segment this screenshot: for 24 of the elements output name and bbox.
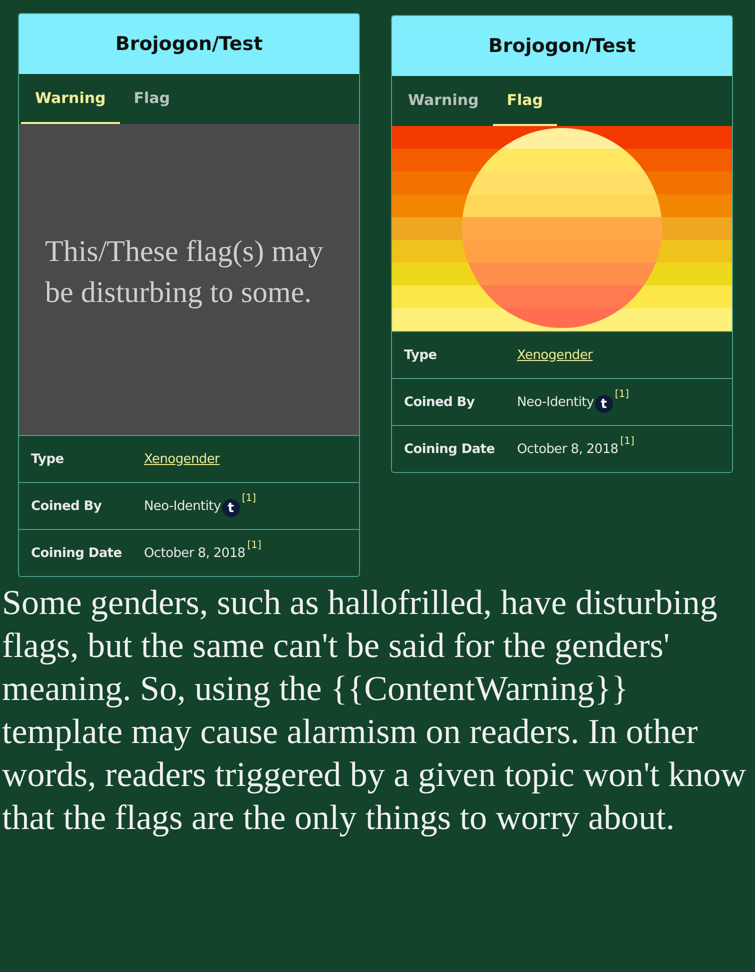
value-link[interactable]: Xenogender bbox=[517, 348, 593, 362]
row-value: Neo-Identity bbox=[517, 394, 594, 410]
tab[interactable]: Flag bbox=[120, 74, 184, 124]
row-value: Neo-Identity bbox=[144, 498, 221, 514]
row-value: October 8, 2018 bbox=[144, 546, 246, 560]
tab[interactable]: Warning bbox=[394, 76, 493, 126]
infobox-title: Brojogon/Test bbox=[19, 14, 359, 74]
paragraph: Some genders, such as hallofrilled, have disturbing flags, but the same can't be said for the genders' meaning. So, using the {{ContentWarning}} template may cause alarmism on readers. In other words, readers triggered by a given topic won't know that the flags are the only things to worry about. bbox=[2, 582, 748, 839]
reference-link[interactable]: [1] bbox=[614, 389, 630, 400]
warning-text: This/These flag(s) may be disturbing to some. bbox=[45, 234, 324, 310]
infobox-title: Brojogon/Test bbox=[392, 16, 732, 76]
row-value: October 8, 2018 bbox=[517, 442, 618, 456]
value-link[interactable]: Xenogender bbox=[144, 452, 220, 466]
row-label: Coining Date bbox=[31, 546, 123, 560]
row-label: Coining Date bbox=[404, 442, 496, 456]
row-label: Type bbox=[31, 452, 65, 466]
row-label: Type bbox=[404, 348, 438, 362]
tumblr-icon[interactable]: t bbox=[222, 499, 240, 517]
reference-link[interactable]: [1] bbox=[620, 436, 634, 447]
row-label: Coined By bbox=[31, 498, 103, 514]
reference-link[interactable]: [1] bbox=[247, 540, 262, 551]
reference-link[interactable]: [1] bbox=[242, 493, 256, 504]
row-label: Coined By bbox=[404, 394, 476, 410]
tumblr-icon[interactable]: t bbox=[594, 395, 613, 413]
